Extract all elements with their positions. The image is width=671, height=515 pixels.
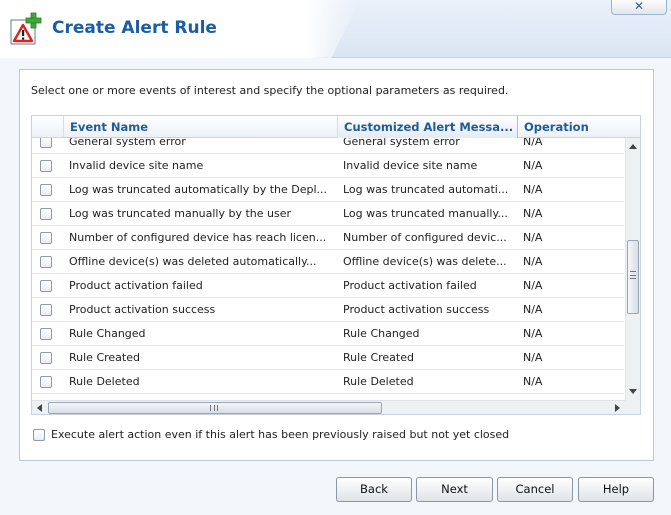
row-checkbox[interactable] bbox=[40, 184, 52, 196]
scroll-up-icon[interactable] bbox=[629, 144, 637, 149]
dialog-header: Create Alert Rule ✕ bbox=[0, 0, 671, 58]
event-name-cell: Log was truncated manually by the user bbox=[69, 207, 292, 220]
table-row[interactable]: Rule Deleted Rule Deleted N/A bbox=[32, 370, 624, 394]
table-row[interactable]: Log was truncated manually by the user Lo… bbox=[32, 202, 624, 226]
horizontal-scrollbar[interactable] bbox=[32, 400, 625, 414]
custom-message-cell[interactable]: Log was truncated manually... bbox=[343, 202, 515, 226]
table-row[interactable]: Rule Changed Rule Changed N/A bbox=[32, 322, 624, 346]
alert-rule-add-icon bbox=[10, 12, 42, 45]
events-grid: Event Name Customized Alert Messa... Ope… bbox=[31, 115, 641, 415]
operation-cell[interactable]: N/A bbox=[523, 346, 613, 370]
custom-message-cell[interactable]: Invalid device site name bbox=[343, 154, 515, 178]
event-name-cell: General system error bbox=[69, 138, 186, 148]
operation-cell[interactable]: N/A bbox=[523, 178, 613, 202]
scroll-left-icon[interactable] bbox=[37, 404, 42, 412]
table-row[interactable]: Invalid device site name Invalid device s… bbox=[32, 154, 624, 178]
row-checkbox[interactable] bbox=[40, 280, 52, 292]
operation-cell[interactable]: N/A bbox=[523, 154, 613, 178]
operation-cell[interactable]: N/A bbox=[523, 274, 613, 298]
execute-alert-label: Execute alert action even if this alert … bbox=[51, 428, 510, 441]
operation-cell[interactable]: N/A bbox=[523, 298, 613, 322]
column-header-event-name[interactable]: Event Name bbox=[64, 116, 338, 138]
event-name-cell: Number of configured device has reach li… bbox=[69, 231, 327, 244]
custom-message-cell[interactable]: Rule Changed bbox=[343, 322, 515, 346]
custom-message-cell[interactable]: Log was truncated automati... bbox=[343, 178, 515, 202]
horizontal-scroll-thumb[interactable] bbox=[48, 402, 382, 414]
back-button[interactable]: Back bbox=[336, 477, 412, 502]
scroll-down-icon[interactable] bbox=[629, 389, 637, 394]
vertical-scrollbar[interactable] bbox=[625, 138, 640, 400]
row-checkbox[interactable] bbox=[40, 208, 52, 220]
table-row[interactable]: Product activation failed Product activat… bbox=[32, 274, 624, 298]
event-name-cell: Product activation failed bbox=[69, 279, 203, 292]
row-checkbox[interactable] bbox=[40, 160, 52, 172]
main-panel: Select one or more events of interest an… bbox=[19, 69, 654, 461]
table-row[interactable]: Offline device(s) was deleted automatica… bbox=[32, 250, 624, 274]
event-name-cell: Rule Changed bbox=[69, 327, 146, 340]
event-name-cell: Log was truncated automatically by the D… bbox=[69, 183, 328, 196]
custom-message-cell[interactable]: Product activation success bbox=[343, 298, 515, 322]
table-row[interactable]: Log was truncated automatically by the D… bbox=[32, 178, 624, 202]
event-name-cell: Rule Created bbox=[69, 351, 140, 364]
table-row[interactable]: Rule Created Rule Created N/A bbox=[32, 346, 624, 370]
event-name-cell: Offline device(s) was deleted automatica… bbox=[69, 255, 317, 268]
execute-alert-checkbox[interactable] bbox=[33, 429, 45, 441]
row-checkbox[interactable] bbox=[40, 352, 52, 364]
event-name-cell: Rule Deleted bbox=[69, 375, 140, 388]
grid-header: Event Name Customized Alert Messa... Ope… bbox=[32, 116, 640, 138]
row-checkbox[interactable] bbox=[40, 304, 52, 316]
header-select-column[interactable] bbox=[32, 116, 64, 138]
custom-message-cell[interactable]: Number of configured devic... bbox=[343, 226, 515, 250]
column-header-operation[interactable]: Operation bbox=[518, 116, 640, 138]
help-button[interactable]: Help bbox=[578, 477, 654, 502]
vertical-scroll-thumb[interactable] bbox=[627, 240, 639, 314]
cancel-button[interactable]: Cancel bbox=[497, 477, 573, 502]
event-name-cell: Product activation success bbox=[69, 303, 216, 316]
custom-message-cell[interactable]: Offline device(s) was delete... bbox=[343, 250, 515, 274]
next-button[interactable]: Next bbox=[416, 477, 493, 502]
close-button[interactable]: ✕ bbox=[611, 0, 667, 15]
row-checkbox[interactable] bbox=[40, 232, 52, 244]
row-checkbox[interactable] bbox=[40, 328, 52, 340]
operation-cell[interactable]: N/A bbox=[523, 138, 613, 154]
table-row[interactable]: Product activation success Product activa… bbox=[32, 298, 624, 322]
custom-message-cell[interactable]: General system error bbox=[343, 138, 515, 154]
row-checkbox[interactable] bbox=[40, 376, 52, 388]
custom-message-cell[interactable]: Rule Created bbox=[343, 346, 515, 370]
operation-cell[interactable]: N/A bbox=[523, 226, 613, 250]
instruction-text: Select one or more events of interest an… bbox=[31, 84, 509, 97]
operation-cell[interactable]: N/A bbox=[523, 370, 613, 394]
operation-cell[interactable]: N/A bbox=[523, 202, 613, 226]
operation-cell[interactable]: N/A bbox=[523, 322, 613, 346]
custom-message-cell[interactable]: Product activation failed bbox=[343, 274, 515, 298]
custom-message-cell[interactable]: Rule Deleted bbox=[343, 370, 515, 394]
event-name-cell: Invalid device site name bbox=[69, 159, 204, 172]
close-icon: ✕ bbox=[633, 0, 645, 13]
grid-rows: General system error General system error… bbox=[32, 138, 624, 400]
operation-cell[interactable]: N/A bbox=[523, 250, 613, 274]
row-checkbox[interactable] bbox=[40, 138, 52, 148]
table-row[interactable]: General system error General system error… bbox=[32, 138, 624, 154]
column-header-custom-message[interactable]: Customized Alert Messa... bbox=[338, 116, 518, 138]
dialog-title: Create Alert Rule bbox=[52, 18, 217, 38]
row-checkbox[interactable] bbox=[40, 256, 52, 268]
table-row[interactable]: Number of configured device has reach li… bbox=[32, 226, 624, 250]
scroll-right-icon[interactable] bbox=[615, 404, 620, 412]
